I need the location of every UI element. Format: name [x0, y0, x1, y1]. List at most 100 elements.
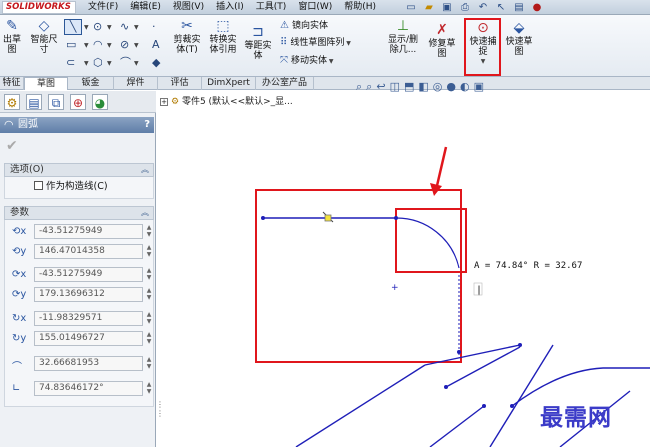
exit-sketch-button[interactable]: ✎ 出草 图	[0, 18, 24, 56]
appearance-icon[interactable]: ●	[446, 80, 456, 94]
tab-sketch[interactable]: 草图	[24, 77, 68, 90]
move-entities-button[interactable]: ⤧ 移动实体 ▼	[280, 55, 334, 68]
rapid-sketch-button[interactable]: ⬙ 快速草 图	[503, 21, 535, 58]
select-icon[interactable]: ↖	[494, 1, 508, 14]
panel-splitter-handle[interactable]: ⋮ ⋮	[156, 400, 164, 420]
spinner[interactable]: ▲ ▼	[145, 224, 153, 239]
sketch-arc[interactable]	[395, 217, 460, 269]
slot-tool-icon[interactable]: ⊂	[66, 57, 75, 69]
ellipse-tool-icon[interactable]: ⊘	[120, 39, 129, 51]
smart-dimension-icon: ◇	[38, 18, 50, 34]
offset-entities-button[interactable]: ⊐ 等距实 体	[242, 25, 274, 62]
view-orient-icon[interactable]: ⬒	[404, 80, 414, 94]
section-view-icon[interactable]: ◫	[390, 80, 400, 94]
center-y-field[interactable]: 146.47014358	[34, 244, 143, 259]
menu-window[interactable]: 窗口(W)	[292, 0, 338, 15]
new-file-icon[interactable]: ▭	[404, 1, 418, 14]
menu-tools[interactable]: 工具(T)	[250, 0, 293, 15]
spinner[interactable]: ▲ ▼	[145, 331, 153, 346]
print-icon[interactable]: ⎙	[458, 1, 472, 14]
tab-office-products[interactable]: 办公室产品	[256, 77, 314, 90]
spinner[interactable]: ▲ ▼	[145, 356, 153, 371]
radius-field[interactable]: 32.66681953	[34, 356, 143, 371]
spinner[interactable]: ▲ ▼	[145, 287, 153, 302]
tab-features[interactable]: 特征	[0, 77, 24, 90]
tab-evaluate[interactable]: 评估	[158, 77, 202, 90]
tab-dimxpert[interactable]: DimXpert	[202, 77, 256, 90]
menu-insert[interactable]: 插入(I)	[210, 0, 250, 15]
arc-tool-icon[interactable]: ◠	[93, 39, 103, 51]
tab-weldments[interactable]: 焊件	[114, 77, 158, 90]
hide-show-icon[interactable]: ◎	[433, 80, 443, 94]
feature-tree-flyout[interactable]: + ⚙ 零件5 (默认<<默认>_显...	[160, 96, 293, 108]
menu-edit[interactable]: 编辑(E)	[124, 0, 167, 15]
menu-file[interactable]: 文件(F)	[82, 0, 124, 15]
save-icon[interactable]: ▣	[440, 1, 454, 14]
spline-tool-icon[interactable]: ∿	[120, 21, 129, 33]
undo-icon[interactable]: ↶	[476, 1, 490, 14]
convert-entities-button[interactable]: ⬚ 转换实 体引用	[205, 19, 241, 56]
end-y-field[interactable]: 155.01496727	[34, 331, 143, 346]
display-style-icon[interactable]: ◧	[418, 80, 428, 94]
smart-dimension-button[interactable]: ◇ 智能尺 寸	[26, 18, 62, 56]
sketch-line[interactable]	[295, 364, 426, 447]
options-group-header[interactable]: 选项(O) ︽	[4, 163, 154, 177]
line-endpoint[interactable]	[394, 216, 398, 220]
text-tool-icon[interactable]: A	[152, 39, 160, 51]
zoom-area-icon[interactable]: ⌕	[366, 80, 372, 94]
fillet-tool-icon[interactable]: ⌒	[120, 57, 131, 69]
sketch-line[interactable]	[445, 346, 521, 388]
arc-endpoint[interactable]	[457, 350, 461, 354]
linear-pattern-button[interactable]: ⠿ 线性草图阵列 ▼	[280, 37, 351, 50]
previous-view-icon[interactable]: ↩	[376, 80, 385, 94]
circle-tool-icon[interactable]: ⊙	[93, 21, 102, 33]
construction-checkbox[interactable]	[34, 181, 43, 190]
ok-checkmark-icon[interactable]: ✔	[6, 138, 18, 154]
open-folder-icon[interactable]: ▰	[422, 1, 436, 14]
repair-sketch-button[interactable]: ✗ 修复草 图	[424, 23, 460, 60]
pm-title: 圆弧	[18, 119, 38, 130]
plane-tool-icon[interactable]: ◆	[152, 57, 160, 69]
expand-icon[interactable]: +	[160, 98, 168, 106]
app-logo: SOLIDWORKS	[2, 1, 76, 14]
spinner[interactable]: ▲ ▼	[145, 244, 153, 259]
configuration-icon[interactable]: ⧉	[48, 94, 64, 110]
sketch-line[interactable]	[424, 344, 521, 366]
polygon-tool-icon[interactable]: ⬡	[93, 57, 103, 69]
traffic-light-icon[interactable]: ●	[530, 1, 544, 14]
angle-field[interactable]: 74.83646172°	[34, 381, 143, 396]
zoom-fit-icon[interactable]: ⌕	[356, 80, 362, 94]
line-endpoint[interactable]	[261, 216, 265, 220]
end-x-field[interactable]: -11.98329571	[34, 311, 143, 326]
command-manager-ribbon: ✎ 出草 图 ◇ 智能尺 寸 ╲ ▼ ⊙ ▼ ∿ ▼ · ▭ ▼ ◠ ▼ ⊘ ▼…	[0, 15, 650, 77]
line-tool-icon[interactable]: ╲	[64, 19, 82, 35]
feature-tree-icon[interactable]: ⚙	[4, 94, 20, 110]
spinner[interactable]: ▲ ▼	[145, 381, 153, 396]
rebuild-icon[interactable]: ▤	[512, 1, 526, 14]
start-x-field[interactable]: -43.51275949	[34, 267, 143, 282]
spinner[interactable]: ▲ ▼	[145, 267, 153, 282]
part-icon: ⚙	[171, 97, 180, 107]
sketch-line[interactable]	[429, 405, 485, 447]
arc-icon: ◠	[4, 118, 14, 131]
tab-sheet-metal[interactable]: 钣金	[68, 77, 114, 90]
center-x-field[interactable]: -43.51275949	[34, 224, 143, 239]
help-button[interactable]: ?	[144, 117, 150, 133]
menu-help[interactable]: 帮助(H)	[338, 0, 382, 15]
menu-view[interactable]: 视图(V)	[167, 0, 210, 15]
display-manager-icon[interactable]: ◕	[92, 94, 108, 110]
trim-entities-button[interactable]: ✂ 剪裁实 体(T)	[170, 19, 204, 56]
view-settings-icon[interactable]: ▣	[474, 80, 484, 94]
parameters-group-header[interactable]: 参数 ︽	[4, 206, 154, 220]
construction-checkbox-row[interactable]: 作为构造线(C)	[34, 181, 108, 193]
mirror-entities-button[interactable]: ⚠ 镜向实体	[280, 20, 328, 32]
exit-sketch-icon: ✎	[6, 18, 18, 34]
property-manager-icon[interactable]: ▤	[26, 94, 42, 110]
display-delete-relations-button[interactable]: ⊥ 显示/删 除几...	[383, 19, 423, 56]
start-y-field[interactable]: 179.13696312	[34, 287, 143, 302]
scene-icon[interactable]: ◐	[460, 80, 470, 94]
dimxpert-icon[interactable]: ⊕	[70, 94, 86, 110]
point-tool-icon[interactable]: ·	[152, 21, 156, 33]
rectangle-tool-icon[interactable]: ▭	[66, 39, 76, 51]
spinner[interactable]: ▲ ▼	[145, 311, 153, 326]
